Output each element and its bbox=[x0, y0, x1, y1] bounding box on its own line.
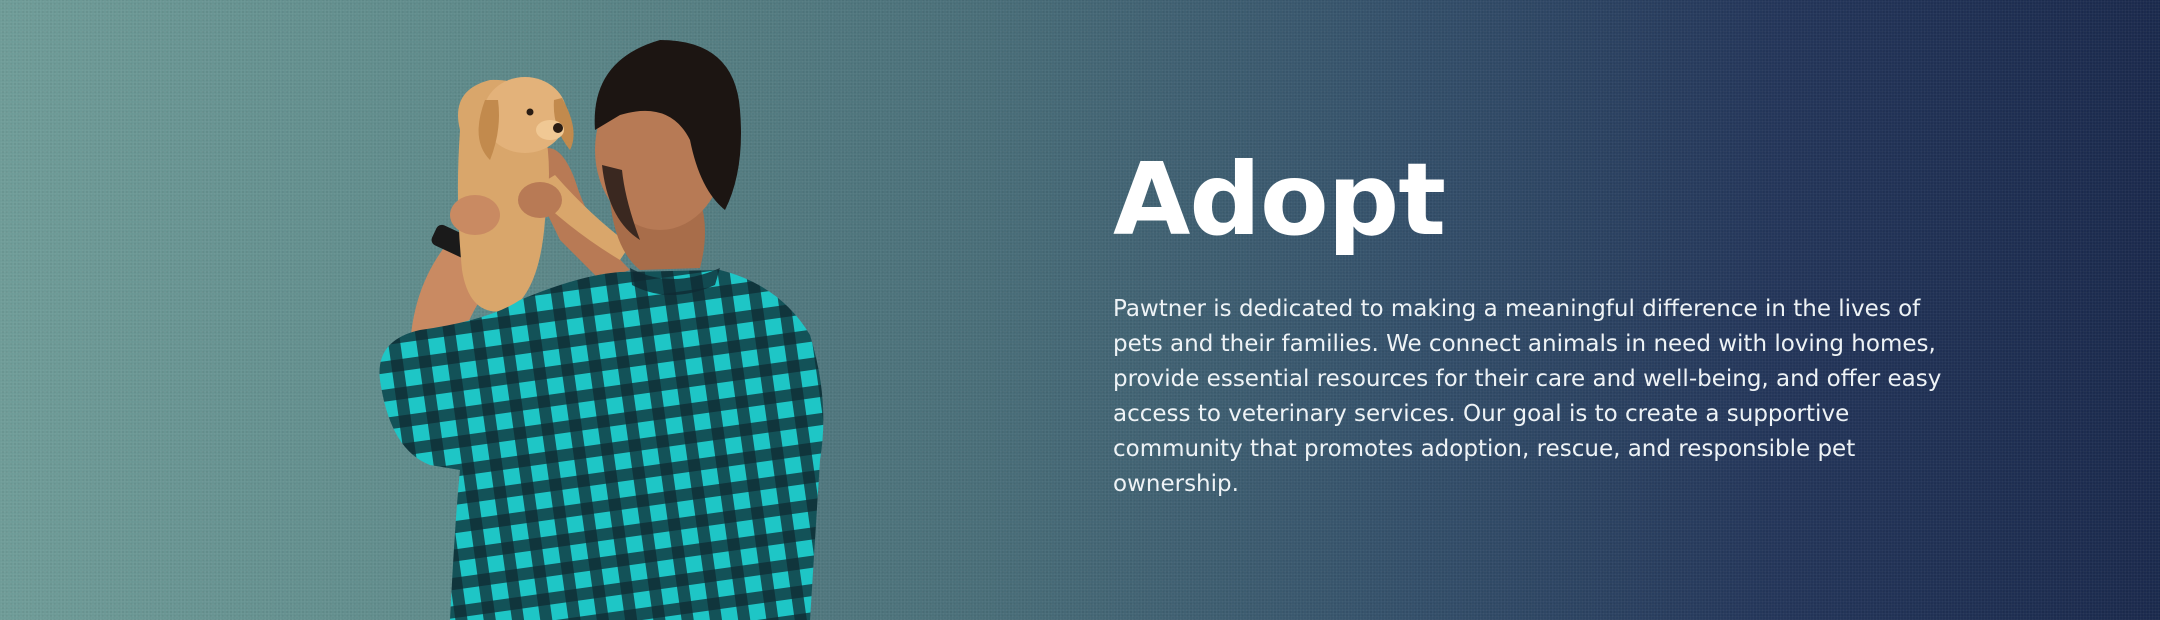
hero-content: Adopt Pawtner is dedicated to making a m… bbox=[1113, 150, 1973, 502]
adopt-hero-banner: Adopt Pawtner is dedicated to making a m… bbox=[0, 0, 2160, 620]
hero-description: Pawtner is dedicated to making a meaning… bbox=[1113, 296, 1942, 497]
man-holding-puppy-illustration bbox=[379, 40, 824, 620]
page-title: Adopt bbox=[1113, 141, 1446, 258]
